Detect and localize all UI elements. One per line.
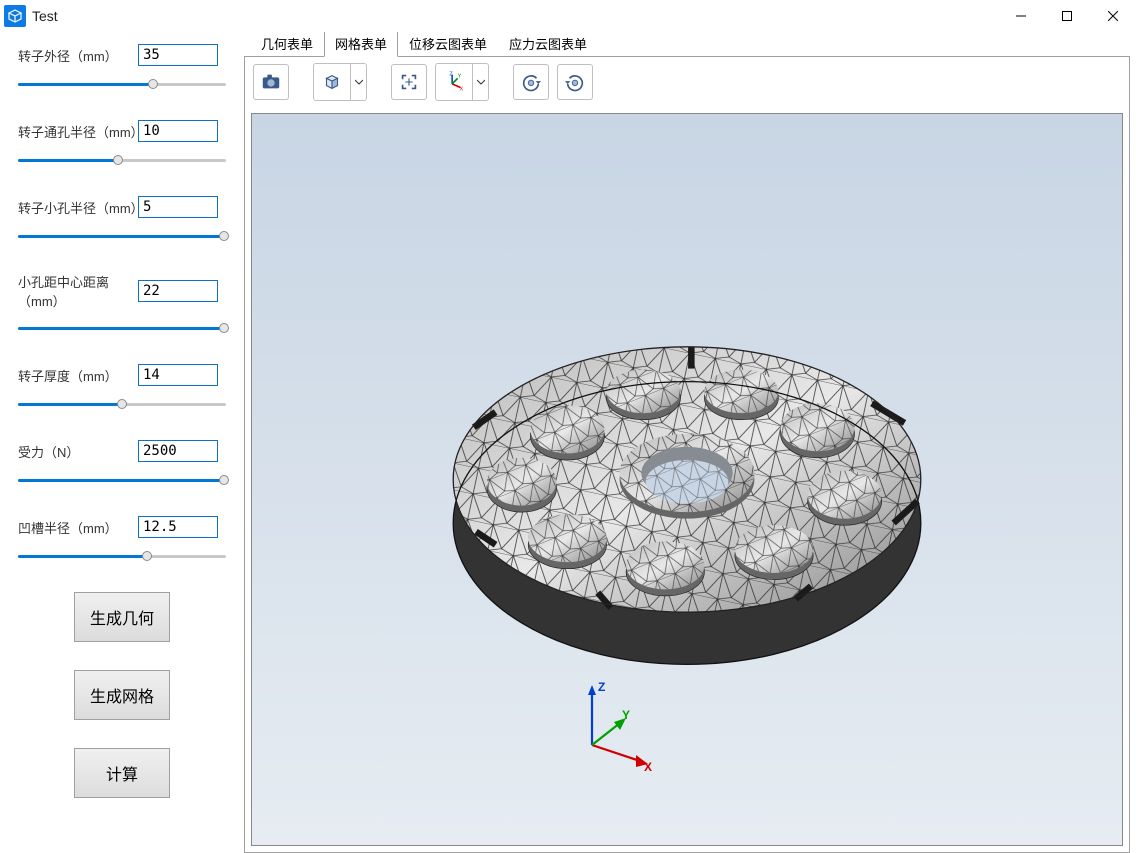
generate-geometry-button[interactable]: 生成几何 <box>74 592 170 642</box>
window-title: Test <box>32 8 58 24</box>
app-icon <box>4 5 26 27</box>
param-slider[interactable] <box>18 78 226 92</box>
param-block: 受力（N） <box>18 440 226 488</box>
sidebar: 转子外径（mm） 转子通孔半径（mm） 转子小孔半径（mm） 小孔距中心距离 <box>0 32 244 853</box>
maximize-button[interactable] <box>1044 0 1090 32</box>
param-label: 转子厚度（mm） <box>18 366 138 385</box>
tab[interactable]: 应力云图表单 <box>498 32 598 57</box>
param-block: 凹槽半径（mm） <box>18 516 226 564</box>
param-label: 小孔距中心距离（mm） <box>18 272 138 310</box>
param-block: 转子小孔半径（mm） <box>18 196 226 244</box>
viewcube-icon[interactable] <box>314 64 350 100</box>
minimize-button[interactable] <box>998 0 1044 32</box>
param-input[interactable] <box>138 440 218 462</box>
close-button[interactable] <box>1090 0 1136 32</box>
param-label: 凹槽半径（mm） <box>18 518 138 537</box>
main-panel: 几何表单网格表单位移云图表单应力云图表单 <box>244 32 1136 853</box>
rotate-left-button[interactable] <box>513 64 549 100</box>
mesh-model <box>252 114 1122 845</box>
tab-panel: X Y Z <box>244 56 1130 853</box>
param-input[interactable] <box>138 516 218 538</box>
axes-icon[interactable]: X Y Z <box>436 64 472 100</box>
param-input[interactable] <box>138 280 218 302</box>
svg-text:Y: Y <box>458 73 462 79</box>
param-slider[interactable] <box>18 154 226 168</box>
fit-view-button[interactable] <box>391 64 427 100</box>
param-block: 转子外径（mm） <box>18 44 226 92</box>
param-input[interactable] <box>138 196 218 218</box>
param-label: 受力（N） <box>18 442 138 461</box>
param-slider[interactable] <box>18 550 226 564</box>
generate-mesh-button[interactable]: 生成网格 <box>74 670 170 720</box>
compute-button[interactable]: 计算 <box>74 748 170 798</box>
param-block: 转子厚度（mm） <box>18 364 226 412</box>
param-input[interactable] <box>138 120 218 142</box>
param-label: 转子通孔半径（mm） <box>18 122 138 141</box>
tabs: 几何表单网格表单位移云图表单应力云图表单 <box>244 32 1136 56</box>
tab[interactable]: 位移云图表单 <box>398 32 498 57</box>
svg-text:X: X <box>460 86 464 92</box>
viewport-toolbar: X Y Z <box>245 57 1129 107</box>
rotate-right-button[interactable] <box>557 64 593 100</box>
chevron-down-icon[interactable] <box>472 64 488 100</box>
axes-dropdown[interactable]: X Y Z <box>435 63 489 101</box>
param-block: 转子通孔半径（mm） <box>18 120 226 168</box>
viewport-3d[interactable]: Z Y X <box>251 113 1123 846</box>
tab[interactable]: 网格表单 <box>324 32 398 57</box>
tab[interactable]: 几何表单 <box>250 32 324 57</box>
camera-button[interactable] <box>253 64 289 100</box>
param-block: 小孔距中心距离（mm） <box>18 272 226 336</box>
param-slider[interactable] <box>18 322 226 336</box>
viewcube-dropdown[interactable] <box>313 63 367 101</box>
param-slider[interactable] <box>18 230 226 244</box>
chevron-down-icon[interactable] <box>350 64 366 100</box>
param-slider[interactable] <box>18 474 226 488</box>
param-slider[interactable] <box>18 398 226 412</box>
param-input[interactable] <box>138 364 218 386</box>
param-label: 转子外径（mm） <box>18 46 138 65</box>
titlebar: Test <box>0 0 1136 32</box>
param-input[interactable] <box>138 44 218 66</box>
param-label: 转子小孔半径（mm） <box>18 198 138 217</box>
